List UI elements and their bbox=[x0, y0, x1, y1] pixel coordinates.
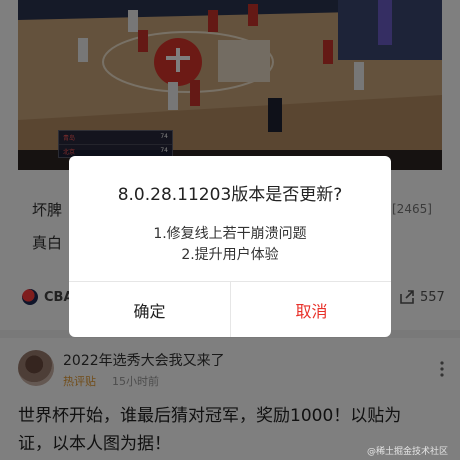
cancel-button[interactable]: 取消 bbox=[231, 282, 391, 337]
update-dialog: 8.0.28.11203版本是否更新? 1.修复线上若干崩溃问题 2.提升用户体… bbox=[69, 156, 391, 337]
confirm-button[interactable]: 确定 bbox=[69, 282, 230, 337]
dialog-line: 1.修复线上若干崩溃问题 bbox=[153, 226, 307, 242]
watermark: @稀土掘金技术社区 bbox=[367, 447, 449, 457]
dialog-title: 8.0.28.11203版本是否更新? bbox=[117, 185, 343, 205]
dialog-line: 2.提升用户体验 bbox=[181, 247, 279, 263]
dialog-message: 1.修复线上若干崩溃问题 2.提升用户体验 bbox=[69, 224, 391, 266]
